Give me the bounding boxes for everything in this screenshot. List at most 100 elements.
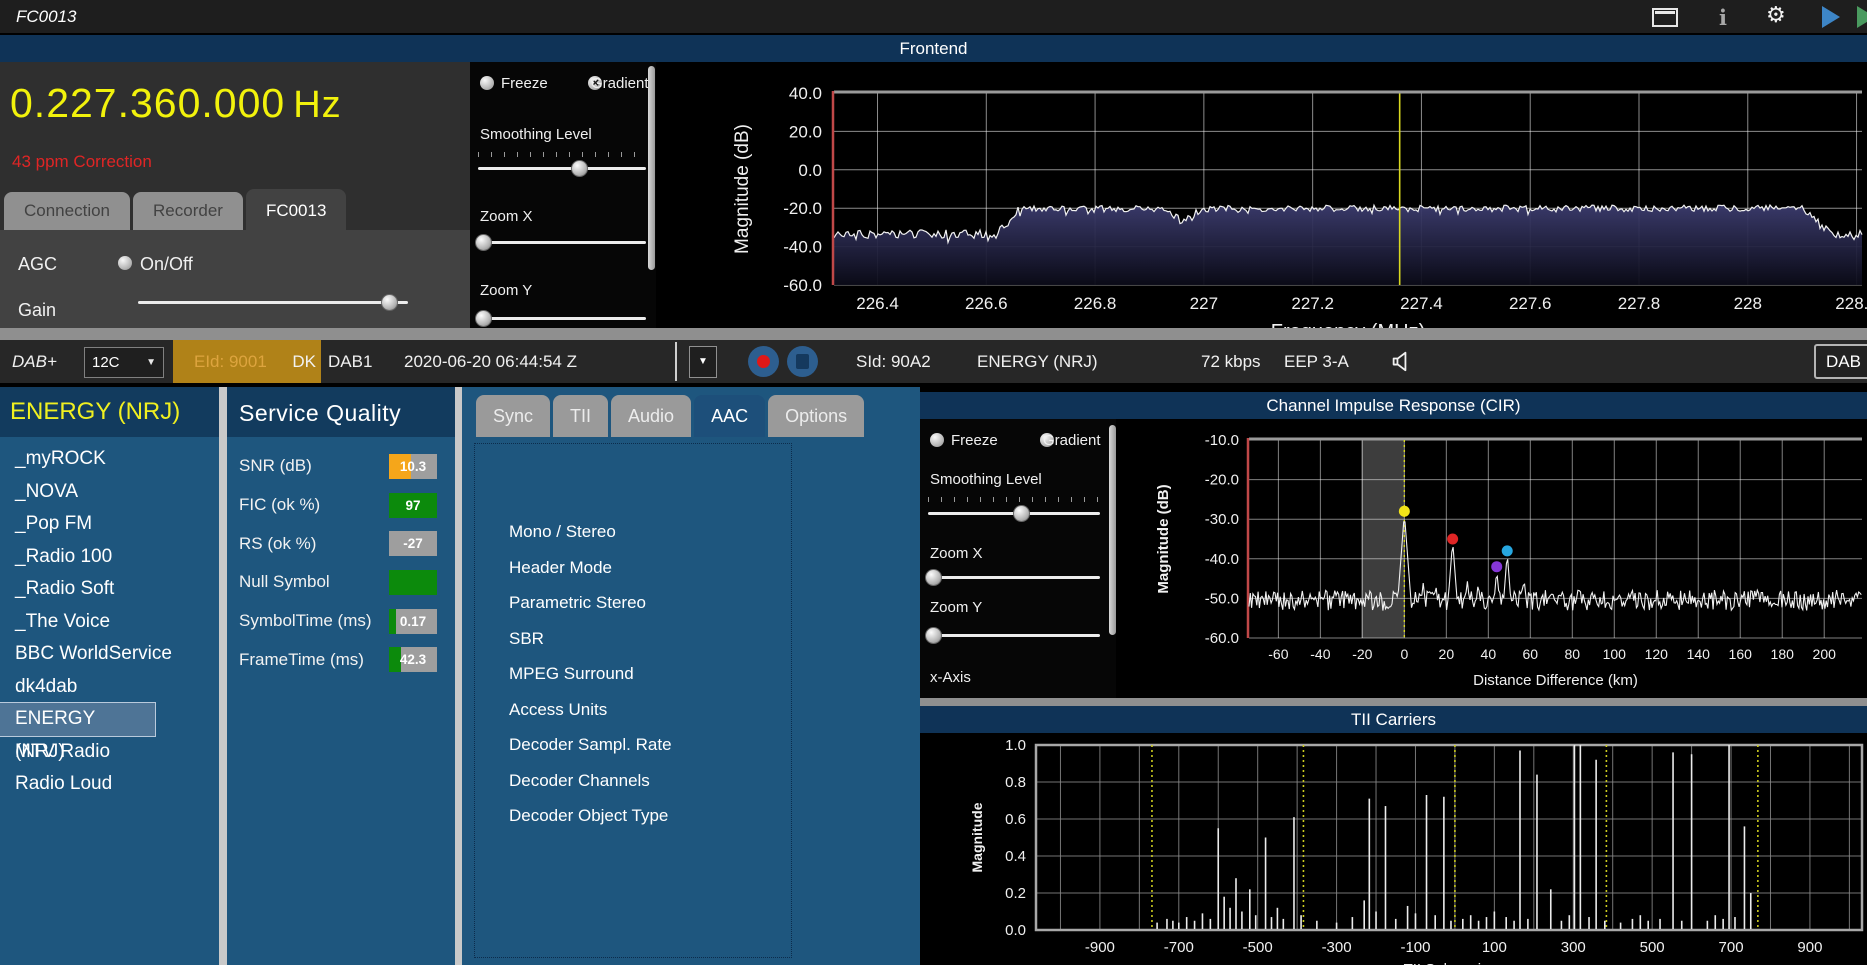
- svg-text:500: 500: [1640, 939, 1665, 956]
- window-restore-icon[interactable]: [1652, 6, 1678, 28]
- sidebar-item[interactable]: dk4dab: [0, 671, 219, 704]
- svg-text:-30.0: -30.0: [1205, 511, 1239, 528]
- svg-text:227.4: 227.4: [1400, 294, 1443, 313]
- sidebar-item[interactable]: _Pop FM: [0, 508, 219, 541]
- spectrum-plot[interactable]: 40.0 20.0 0.0 -20.0 -40.0 -60.0 226.4 226.6 226.…: [660, 62, 1867, 328]
- sidebar-item[interactable]: BBC WorldService: [0, 638, 219, 671]
- horizontal-splitter[interactable]: [0, 328, 1867, 340]
- tab-audio[interactable]: Audio: [611, 395, 692, 437]
- stop-button[interactable]: [787, 346, 818, 377]
- quality-label: SNR (dB): [239, 456, 312, 476]
- svg-text:-40.0: -40.0: [1205, 551, 1239, 568]
- quality-value: [389, 570, 437, 595]
- sidebar-item[interactable]: _The Voice: [0, 606, 219, 639]
- agc-toggle-radio[interactable]: [118, 256, 132, 270]
- sidebar-item[interactable]: _NOVA: [0, 476, 219, 509]
- svg-text:-40.0: -40.0: [783, 238, 822, 257]
- service-name: ENERGY (NRJ): [977, 352, 1098, 371]
- sidebar-item[interactable]: MTV Radio: [0, 736, 219, 769]
- svg-text:20.0: 20.0: [789, 122, 822, 141]
- panel-divider[interactable]: [455, 387, 462, 965]
- aac-item[interactable]: SBR: [509, 621, 791, 657]
- play-secondary-icon[interactable]: [1857, 6, 1867, 28]
- tab-options[interactable]: Options: [768, 395, 865, 437]
- aac-item[interactable]: Access Units: [509, 692, 791, 728]
- cir-freeze-radio[interactable]: [930, 433, 944, 447]
- cir-tii-section: Channel Impulse Response (CIR) Freeze Gr…: [920, 383, 1867, 965]
- cir-zoomy-slider[interactable]: [925, 627, 1100, 644]
- quality-row: SymbolTime (ms) 0.17: [227, 602, 455, 641]
- tab-recorder[interactable]: Recorder: [133, 192, 243, 230]
- tab-fc0013[interactable]: FC0013: [245, 189, 347, 230]
- spectrum-zoomx-thumb[interactable]: [475, 234, 493, 251]
- spectrum-zoomy-slider[interactable]: [475, 310, 646, 327]
- quality-value-box: -27: [389, 531, 437, 557]
- tii-plot[interactable]: 0.0 0.2 0.4 0.6 0.8 1.0 -900 -700 -500 -300 -100 10…: [920, 733, 1867, 965]
- svg-text:226.6: 226.6: [965, 294, 1008, 313]
- tab-sync[interactable]: Sync: [476, 395, 551, 437]
- cir-freeze-label: Freeze: [951, 432, 998, 449]
- cir-zoomx-thumb[interactable]: [925, 569, 943, 586]
- spectrum-controls-panel: Freeze Gradient Smoothing Level Zoom X Z…: [470, 62, 656, 328]
- cir-smoothing-slider[interactable]: [928, 505, 1100, 522]
- aac-item[interactable]: Header Mode: [509, 550, 791, 586]
- svg-text:100: 100: [1603, 646, 1627, 662]
- aac-item[interactable]: Mono / Stereo: [509, 514, 791, 550]
- svg-text:0: 0: [1400, 646, 1408, 662]
- dropdown-button[interactable]: ▼: [689, 346, 717, 378]
- sidebar-item[interactable]: ENERGY (NRJ): [0, 702, 156, 762]
- service-quality-panel: Service Quality SNR (dB) 10.3 FIC (ok %) 97…: [227, 387, 455, 965]
- spectrum-smoothing-slider[interactable]: [478, 160, 646, 177]
- record-button[interactable]: [748, 346, 779, 377]
- svg-text:180: 180: [1771, 646, 1795, 662]
- spectrum-zoomx-label: Zoom X: [480, 208, 533, 225]
- horizontal-splitter[interactable]: [920, 698, 1867, 706]
- quality-row: Null Symbol: [227, 563, 455, 602]
- quality-value-box: 10.3: [389, 453, 437, 479]
- gear-icon[interactable]: ⚙: [1766, 2, 1786, 27]
- sidebar-item[interactable]: _Radio Soft: [0, 573, 219, 606]
- tab-aac[interactable]: AAC: [694, 395, 766, 437]
- device-tabs: Connection Recorder FC0013: [4, 189, 347, 230]
- frequency-value: 0.227.360.000: [10, 80, 286, 126]
- quality-value-box: [389, 569, 437, 595]
- gain-slider-thumb[interactable]: [381, 294, 399, 311]
- spectrum-controls-scrollbar[interactable]: [648, 66, 655, 270]
- svg-text:40.0: 40.0: [789, 84, 822, 103]
- spectrum-gradient-label: Gradient: [591, 75, 649, 92]
- spectrum-zoomy-thumb[interactable]: [475, 310, 493, 327]
- cir-plot[interactable]: -10.0 -20.0 -30.0 -40.0 -50.0 -60.0 -60 -40 -20 0…: [1120, 419, 1867, 698]
- aac-item[interactable]: Parametric Stereo: [509, 585, 791, 621]
- svg-text:227: 227: [1190, 294, 1218, 313]
- speaker-icon[interactable]: [1388, 348, 1415, 375]
- svg-text:-10.0: -10.0: [1205, 432, 1239, 449]
- sidebar-item[interactable]: _myROCK: [0, 443, 219, 476]
- tab-tii[interactable]: TII: [553, 395, 609, 437]
- channel-select[interactable]: 12C ▼: [84, 347, 164, 378]
- sidebar-item[interactable]: Radio Loud: [0, 768, 219, 801]
- play-icon[interactable]: [1822, 6, 1840, 28]
- spectrum-zoomx-slider[interactable]: [475, 234, 646, 251]
- svg-text:TII Subcarrier: TII Subcarrier: [1404, 961, 1495, 965]
- service-id-label: SId: 90A2: [856, 352, 931, 371]
- dab-corner-button[interactable]: DAB: [1814, 344, 1867, 379]
- gain-slider[interactable]: [138, 294, 408, 311]
- quality-value: 42.3: [399, 652, 427, 668]
- tab-connection[interactable]: Connection: [4, 192, 131, 230]
- panel-divider[interactable]: [219, 387, 227, 965]
- info-icon[interactable]: i: [1719, 5, 1727, 30]
- cir-controls-scrollbar[interactable]: [1109, 425, 1116, 635]
- svg-text:140: 140: [1687, 646, 1711, 662]
- service-list: _myROCK _NOVA _Pop FM _Radio 100 _Radio Soft…: [0, 443, 219, 801]
- sidebar-item[interactable]: _Radio 100: [0, 541, 219, 574]
- aac-item[interactable]: MPEG Surround: [509, 656, 791, 692]
- svg-text:1.0: 1.0: [1005, 737, 1026, 754]
- cir-smoothing-thumb[interactable]: [1012, 505, 1030, 522]
- spectrum-smoothing-thumb[interactable]: [570, 160, 588, 177]
- aac-item[interactable]: Decoder Sampl. Rate: [509, 727, 791, 763]
- cir-zoomx-slider[interactable]: [925, 569, 1100, 586]
- spectrum-freeze-radio[interactable]: [480, 76, 494, 90]
- aac-item[interactable]: Decoder Object Type: [509, 798, 791, 834]
- cir-zoomy-thumb[interactable]: [925, 627, 943, 644]
- aac-item[interactable]: Decoder Channels: [509, 763, 791, 799]
